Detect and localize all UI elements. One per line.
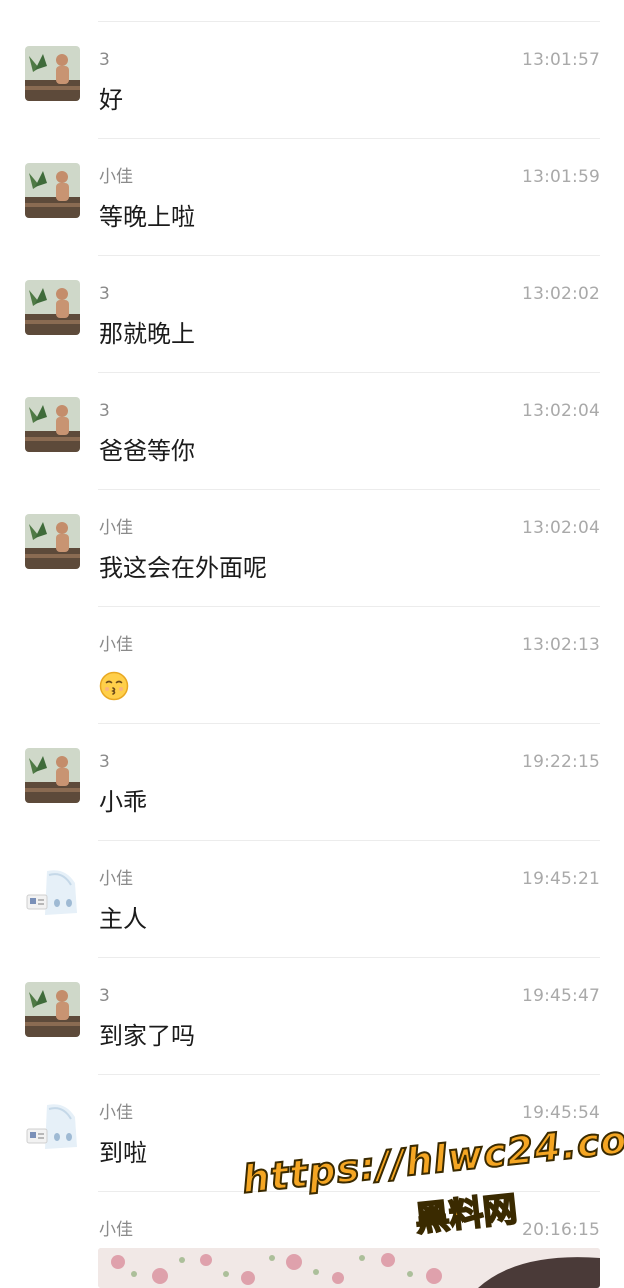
anime-avatar[interactable] [25, 1099, 80, 1154]
message-text: 到家了吗 [99, 1022, 195, 1050]
anime-avatar[interactable] [25, 865, 80, 920]
sender-name: 小佳 [99, 1103, 133, 1123]
man-avatar[interactable] [25, 748, 80, 803]
message-time: 13:01:59 [522, 167, 600, 187]
message-text: 小乖 [99, 788, 147, 816]
message-time: 13:02:04 [522, 401, 600, 421]
sender-name: 3 [99, 284, 110, 304]
man-avatar[interactable] [25, 514, 80, 569]
message-text: 等晚上啦 [99, 203, 195, 231]
message-time: 19:45:54 [522, 1103, 600, 1123]
message-item[interactable]: 小佳 19:45:21 主人 [0, 841, 624, 958]
man-avatar[interactable] [25, 280, 80, 335]
message-item[interactable]: 3 13:02:02 那就晚上 [0, 256, 624, 373]
message-time: 19:45:21 [522, 869, 600, 889]
man-avatar[interactable] [25, 46, 80, 101]
message-time: 19:22:15 [522, 752, 600, 772]
message-text: 我这会在外面呢 [99, 554, 267, 582]
message-item[interactable]: 小佳 19:45:54 到啦 [0, 1075, 624, 1192]
photo-attachment[interactable] [98, 1248, 600, 1288]
message-item[interactable]: 小佳 13:02:13 [0, 607, 624, 724]
sender-name: 3 [99, 986, 110, 1006]
sender-name: 3 [99, 752, 110, 772]
man-avatar[interactable] [25, 163, 80, 218]
sender-name: 3 [99, 50, 110, 70]
message-time: 19:45:47 [522, 986, 600, 1006]
man-avatar[interactable] [25, 397, 80, 452]
sender-name: 小佳 [99, 869, 133, 889]
sender-name: 小佳 [99, 635, 133, 655]
sender-name: 小佳 [99, 1220, 133, 1240]
message-time: 13:02:13 [522, 635, 600, 655]
message-item[interactable]: 小佳 13:02:04 我这会在外面呢 [0, 490, 624, 607]
sender-name: 小佳 [99, 167, 133, 187]
sender-name: 3 [99, 401, 110, 421]
message-time: 20:16:15 [522, 1220, 600, 1240]
message-item[interactable]: 3 19:45:47 到家了吗 [0, 958, 624, 1075]
message-text: 到啦 [99, 1139, 147, 1167]
message-item[interactable]: 3 13:02:04 爸爸等你 [0, 373, 624, 490]
message-time: 13:02:02 [522, 284, 600, 304]
message-text: 爸爸等你 [99, 437, 195, 465]
message-time: 13:01:57 [522, 50, 600, 70]
message-item[interactable]: 3 19:22:15 小乖 [0, 724, 624, 841]
sender-name: 小佳 [99, 518, 133, 538]
message-text: 那就晚上 [99, 320, 195, 348]
message-item[interactable]: 小佳 13:01:59 等晚上啦 [0, 139, 624, 256]
message-item[interactable]: 3 13:01:57 好 [0, 22, 624, 139]
message-text: 好 [99, 86, 123, 114]
message-text: 主人 [99, 905, 147, 933]
man-avatar[interactable] [25, 982, 80, 1037]
kissing-face-emoji [99, 671, 129, 701]
message-time: 13:02:04 [522, 518, 600, 538]
